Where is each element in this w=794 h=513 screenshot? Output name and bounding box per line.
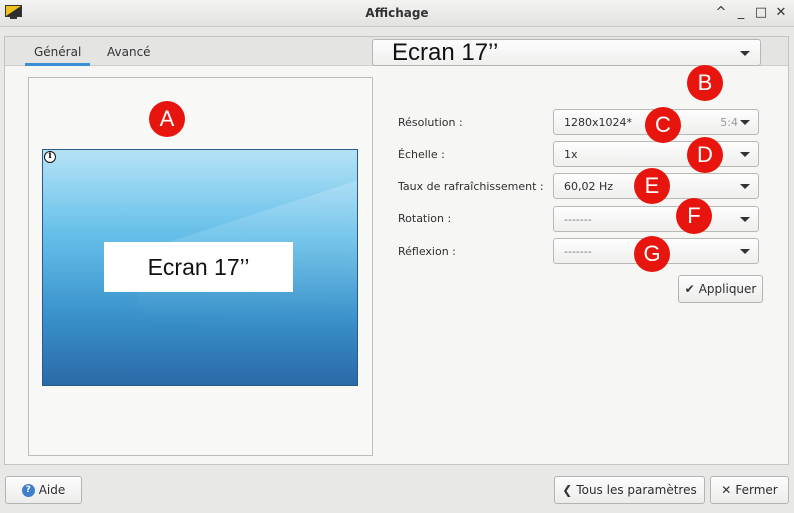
chevron-left-icon: ❮ [562, 483, 573, 497]
apply-button-label: Appliquer [698, 282, 757, 296]
chevron-down-icon [740, 120, 750, 125]
title-bar: Affichage ^ _ □ ✕ [0, 0, 794, 27]
refresh-rate-value: 60,02 Hz [564, 180, 614, 193]
monitor-preview[interactable]: i Ecran 17’’ [42, 149, 358, 386]
close-icon: ✕ [721, 483, 732, 497]
scale-select[interactable]: 1x [553, 141, 759, 167]
scale-label: Échelle : [398, 148, 445, 161]
tab-general[interactable]: Général [34, 45, 81, 59]
rotation-select[interactable]: ------- [553, 206, 759, 232]
annotation-marker-a: A [149, 101, 185, 137]
maximize-button[interactable]: □ [752, 4, 770, 22]
rotation-label: Rotation : [398, 212, 452, 225]
all-settings-button[interactable]: ❮ Tous les paramètres [554, 476, 705, 504]
close-button[interactable]: ✕ Fermer [710, 476, 789, 504]
scale-value: 1x [564, 148, 578, 161]
annotation-marker-d: D [687, 137, 723, 173]
resolution-label: Résolution : [398, 116, 463, 129]
window-title: Affichage [365, 6, 429, 20]
rotation-value: ------- [564, 213, 592, 226]
chevron-down-icon [740, 184, 750, 189]
help-button-label: Aide [38, 483, 66, 497]
aspect-ratio: 5:4 [720, 116, 738, 129]
reflection-value: ------- [564, 245, 592, 258]
chevron-down-icon [740, 217, 750, 222]
active-tab-indicator [25, 63, 90, 66]
monitor-name-label: Ecran 17’’ [104, 242, 293, 292]
minimize-button[interactable]: _ [732, 4, 750, 22]
screen-selector[interactable]: Ecran 17’’ [372, 39, 761, 66]
info-icon[interactable]: i [44, 151, 56, 163]
resolution-value: 1280x1024* [564, 116, 632, 129]
annotation-marker-g: G [634, 236, 670, 272]
tab-advanced[interactable]: Avancé [107, 45, 151, 59]
display-preview-area: i Ecran 17’’ [28, 77, 373, 456]
close-button-label: Fermer [735, 483, 778, 497]
chevron-down-icon [740, 249, 750, 254]
screen-selector-value: Ecran 17’’ [392, 39, 499, 66]
shade-button[interactable]: ^ [712, 4, 730, 22]
annotation-marker-e: E [634, 168, 670, 204]
refresh-rate-label: Taux de rafraîchissement : [398, 180, 544, 193]
close-window-button[interactable]: ✕ [772, 4, 790, 22]
annotation-marker-b: B [687, 65, 723, 101]
annotation-marker-c: C [645, 107, 681, 143]
help-icon: ? [21, 483, 35, 497]
help-button[interactable]: ? Aide [5, 476, 82, 504]
chevron-down-icon [740, 152, 750, 157]
chevron-down-icon [740, 51, 750, 56]
annotation-marker-f: F [676, 198, 712, 234]
reflection-label: Réflexion : [398, 245, 456, 258]
checkmark-icon: ✔ [684, 282, 695, 296]
all-settings-button-label: Tous les paramètres [576, 483, 697, 497]
apply-button[interactable]: ✔ Appliquer [678, 275, 763, 303]
